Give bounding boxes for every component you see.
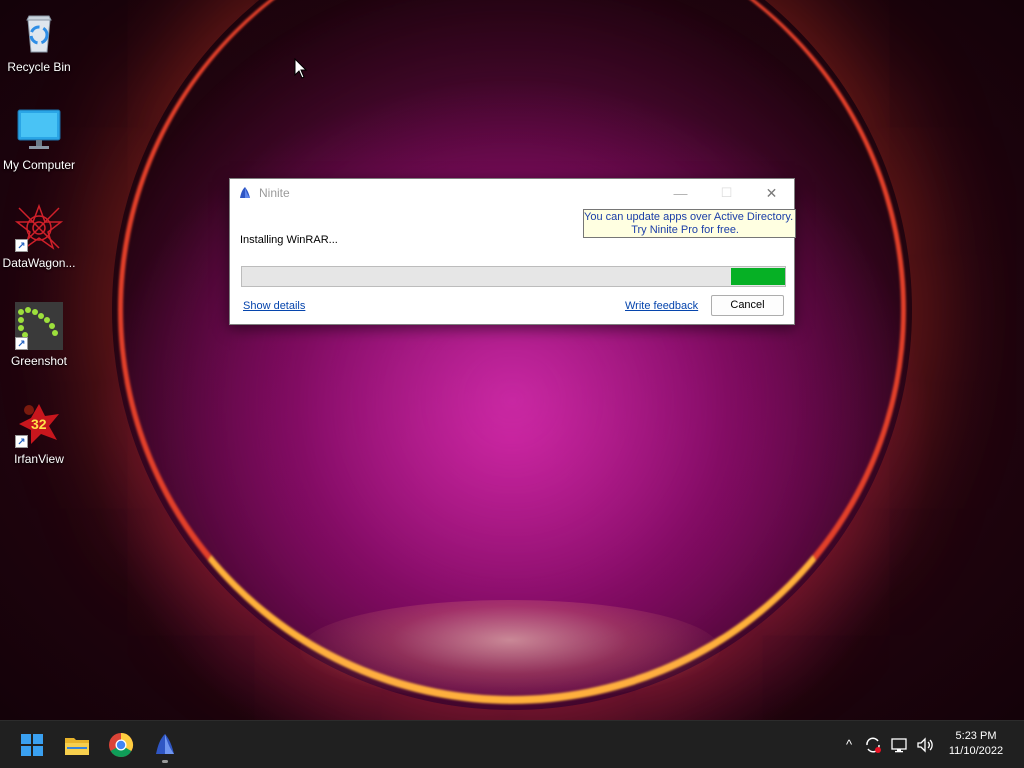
ad-line-1: You can update apps over Active Director… <box>584 211 794 223</box>
desktop-icon-irfanview[interactable]: 32 ↗ IrfanView <box>0 400 78 466</box>
desktop-icon-label: My Computer <box>2 158 76 172</box>
mouse-cursor-icon <box>294 58 308 79</box>
desktop-wallpaper: Recycle Bin My Computer ↗ DataWagon... ↗… <box>0 0 1024 720</box>
start-icon <box>21 734 43 756</box>
irfanview-icon: 32 ↗ <box>15 400 63 448</box>
desktop-icon-label: DataWagon... <box>2 256 76 270</box>
close-button[interactable]: ✕ <box>749 179 794 207</box>
minimize-button[interactable]: — <box>658 179 703 207</box>
desktop-icon-datawagon[interactable]: ↗ DataWagon... <box>0 203 78 270</box>
wallpaper-orb-highlight <box>300 600 720 700</box>
shortcut-arrow-icon: ↗ <box>15 337 28 350</box>
datawagon-icon: ↗ <box>14 203 64 252</box>
clock-time: 5:23 PM <box>955 730 997 742</box>
desktop-icon-my-computer[interactable]: My Computer <box>0 106 78 172</box>
monitor-icon <box>15 106 63 154</box>
greenshot-icon: ↗ <box>15 302 63 350</box>
show-hidden-icons-button[interactable]: ^ <box>839 735 859 755</box>
taskbar-clock[interactable]: 5:23 PM 11/10/2022 <box>940 729 1012 759</box>
taskbar-ninite[interactable] <box>149 729 181 763</box>
network-icon[interactable] <box>890 735 910 755</box>
ad-line-2: Try Ninite Pro for free. <box>631 224 739 236</box>
desktop-icon-recycle-bin[interactable]: Recycle Bin <box>0 8 78 74</box>
progress-fill <box>731 268 785 285</box>
desktop-icon-label: Greenshot <box>10 354 68 368</box>
window-titlebar[interactable]: Ninite — ☐ ✕ <box>230 179 794 207</box>
install-status-text: Installing WinRAR... <box>240 234 338 246</box>
ninite-icon <box>240 187 250 198</box>
chrome-icon <box>109 733 134 758</box>
volume-icon[interactable] <box>915 735 935 755</box>
show-details-link[interactable]: Show details <box>243 300 305 312</box>
desktop-icon-label: Recycle Bin <box>7 60 71 74</box>
shortcut-arrow-icon: ↗ <box>15 435 28 448</box>
cancel-button[interactable]: Cancel <box>711 295 784 316</box>
ninite-window: Ninite — ☐ ✕ You can update apps over Ac… <box>229 178 796 325</box>
desktop-icon-label: IrfanView <box>14 452 64 466</box>
ninite-pro-ad[interactable]: You can update apps over Active Director… <box>583 209 796 238</box>
install-progress-bar <box>241 266 786 287</box>
window-title: Ninite <box>259 186 290 200</box>
taskbar-file-explorer[interactable] <box>61 729 93 761</box>
shortcut-arrow-icon: ↗ <box>15 239 28 252</box>
sync-update-icon[interactable] <box>863 735 883 755</box>
recycle-bin-icon <box>15 8 63 56</box>
taskbar-chrome[interactable] <box>105 729 137 761</box>
ninite-icon <box>156 734 174 754</box>
desktop-icon-greenshot[interactable]: ↗ Greenshot <box>0 302 78 368</box>
maximize-button[interactable]: ☐ <box>704 179 749 207</box>
running-indicator <box>162 760 168 763</box>
taskbar: ^ 5:23 PM 11/10/2022 <box>0 720 1024 768</box>
irfanview-badge: 32 <box>31 416 47 432</box>
clock-date: 11/10/2022 <box>948 745 1004 757</box>
file-explorer-icon <box>65 738 89 755</box>
write-feedback-link[interactable]: Write feedback <box>625 300 698 312</box>
start-button[interactable] <box>16 729 48 761</box>
